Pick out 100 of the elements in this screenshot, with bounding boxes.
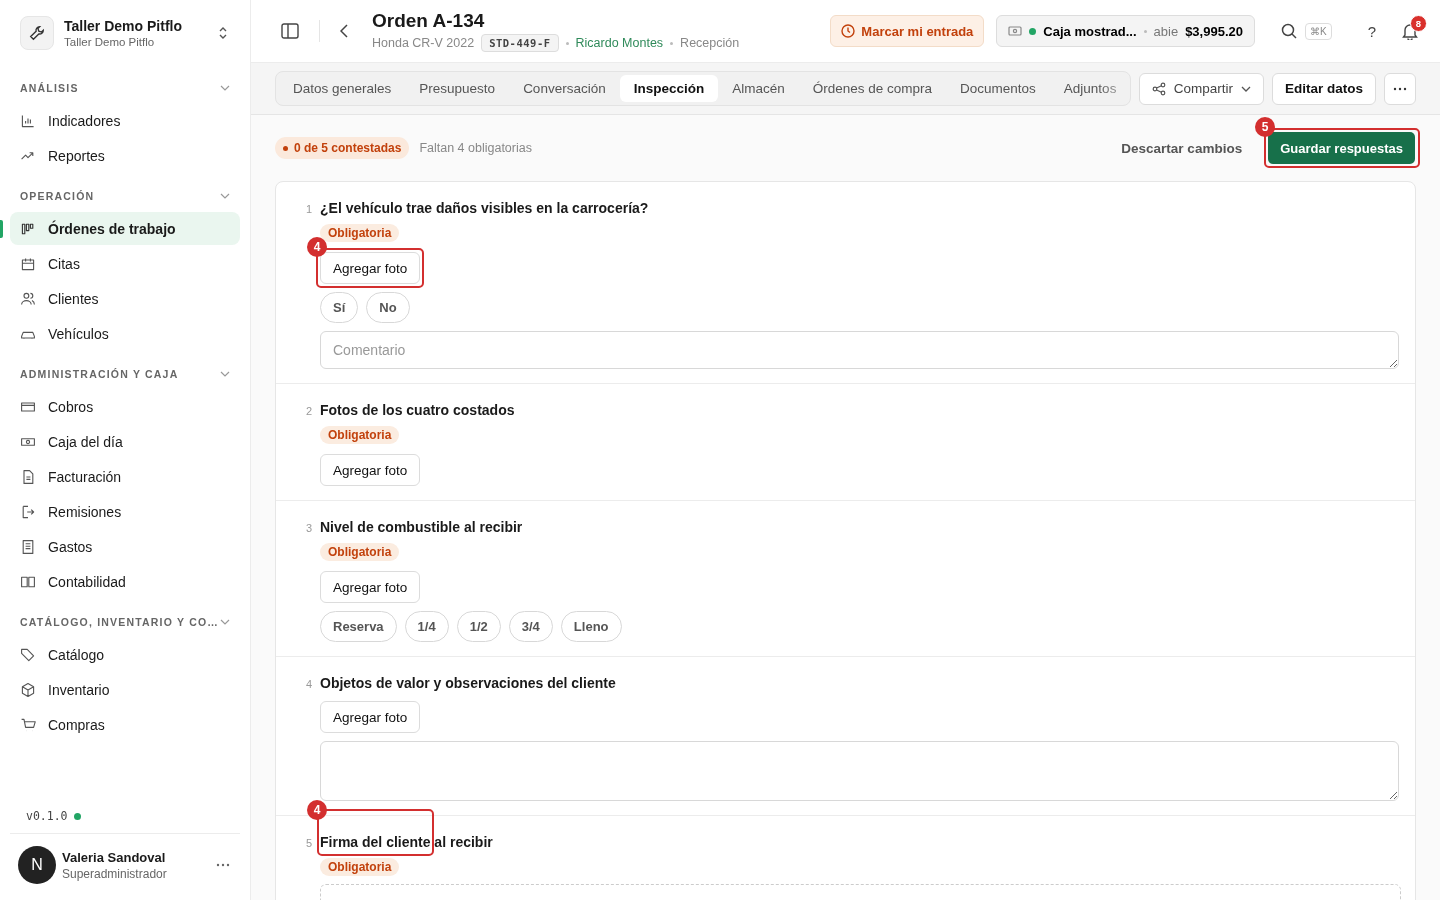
tab[interactable]: Adjuntos (1049, 75, 1130, 102)
tab[interactable]: Datos generales (279, 75, 406, 102)
question-title: Firma del cliente al recibir (320, 834, 493, 850)
chevron-icon[interactable] (220, 619, 230, 625)
nav-item[interactable]: Facturación (10, 460, 240, 493)
workspace-subtitle: Taller Demo Pitflo (64, 36, 156, 48)
nav-item[interactable]: Clientes (10, 282, 240, 315)
nav-item[interactable]: Cobros (10, 390, 240, 423)
required-badge: Obligatoria (320, 543, 400, 561)
section-title: ANÁLISIS (20, 82, 79, 94)
nav-item[interactable]: Vehículos (10, 317, 240, 350)
clock-in-button[interactable]: Marcar mi entrada (830, 15, 985, 47)
user-role: Superadministrador (62, 866, 168, 881)
chevron-icon[interactable] (220, 85, 230, 91)
chart-icon (20, 112, 36, 129)
progress-badge: 0 de 5 contestadas (275, 137, 410, 159)
tab[interactable]: Almacén (718, 75, 799, 102)
share-icon (1151, 81, 1166, 96)
users-icon (20, 290, 36, 307)
tag-icon (20, 646, 36, 663)
option-button[interactable]: 1/4 (404, 611, 449, 642)
add-photo-button[interactable]: Agregar foto (320, 454, 421, 486)
advisor-link[interactable]: Ricardo Montes (575, 36, 664, 50)
more-icon (1393, 86, 1407, 91)
plate-tag: STD-449-F (481, 34, 559, 52)
tab[interactable]: Inspección (619, 75, 719, 102)
status-dot (73, 812, 81, 820)
help-link[interactable]: ? (1367, 22, 1376, 40)
option-button[interactable]: No (366, 292, 410, 323)
add-photo-button[interactable]: Agregar foto (320, 571, 421, 603)
option-button[interactable]: 1/2 (456, 611, 501, 642)
more-icon[interactable] (216, 863, 230, 867)
box-icon (20, 681, 36, 698)
switch-icon[interactable] (218, 26, 228, 40)
option-button[interactable]: Sí (320, 292, 359, 323)
question-number: 4 (304, 677, 312, 692)
search-icon[interactable] (1281, 23, 1297, 39)
question-title: Objetos de valor y observaciones del cliente (320, 675, 616, 691)
tab[interactable]: Órdenes de compra (798, 75, 947, 102)
section-title: OPERACIÓN (20, 190, 95, 202)
nav-item[interactable]: Contabilidad (10, 565, 240, 598)
save-button[interactable]: Guardar respuestas (1268, 132, 1415, 164)
caret-icon (1241, 85, 1251, 92)
discard-button[interactable]: Descartar cambios (1115, 139, 1249, 157)
notes-field[interactable] (320, 741, 1399, 801)
add-photo-button[interactable]: Agregar foto (320, 252, 421, 284)
nav-item[interactable]: Gastos (10, 530, 240, 563)
question-title: Nivel de combustible al recibir (320, 519, 523, 535)
step-badge: 4 (307, 237, 327, 257)
nav-item[interactable]: Remisiones (10, 495, 240, 528)
clock-icon (841, 24, 856, 38)
comment-field[interactable]: Comentario (320, 331, 1399, 369)
document-icon (20, 468, 36, 485)
avatar[interactable]: N (18, 846, 56, 884)
version-label: v0.1.0 (26, 809, 68, 823)
option-button[interactable]: Lleno (560, 611, 622, 642)
add-photo-button[interactable]: Agregar foto (320, 701, 421, 733)
required-badge: Obligatoria (320, 426, 400, 444)
stage-label: Recepción (680, 36, 740, 50)
nav-item[interactable]: Caja del día (10, 425, 240, 458)
required-badge: Obligatoria (320, 858, 400, 876)
question-number: 1 (304, 202, 312, 217)
step-badge: 5 (1255, 117, 1276, 137)
missing-label: Faltan 4 obligatorias (419, 141, 532, 155)
cash-icon (1008, 26, 1023, 36)
back-icon[interactable] (340, 24, 348, 38)
nav-item[interactable]: Inventario (10, 673, 240, 706)
question-number: 5 (304, 836, 312, 851)
tab[interactable]: Documentos (946, 75, 1050, 102)
tab[interactable]: Presupuesto (405, 75, 510, 102)
workspace-name: Taller Demo Pitflo (64, 18, 183, 34)
shortcut-key: ⌘K (1305, 22, 1332, 40)
nav-item[interactable]: Catálogo (10, 638, 240, 671)
user-name: Valeria Sandoval (62, 849, 167, 865)
nav-item[interactable]: Reportes (10, 139, 240, 172)
question-number: 3 (304, 521, 312, 536)
calendar-icon (20, 255, 36, 272)
share-button[interactable]: Compartir (1138, 72, 1264, 105)
section-title: CATÁLOGO, INVENTARIO Y CO… (20, 616, 219, 628)
question-title: Fotos de los cuatro costados (320, 402, 515, 418)
tab[interactable]: Conversación (509, 75, 620, 102)
chevron-icon[interactable] (220, 193, 230, 199)
option-button[interactable]: Reserva (320, 611, 397, 642)
cash-register-button[interactable]: Caja mostrad... abie $3,995.20 (996, 15, 1255, 47)
edit-button[interactable]: Editar datos (1272, 72, 1376, 105)
required-badge: Obligatoria (320, 224, 400, 242)
status-dot (1029, 27, 1037, 35)
vehicle-label: Honda CR-V 2022 (372, 36, 475, 50)
chevron-icon[interactable] (220, 371, 230, 377)
nav-item[interactable]: Compras (10, 708, 240, 741)
export-icon (20, 503, 36, 520)
sidebar-toggle-icon[interactable] (281, 23, 299, 39)
step-badge: 4 (307, 800, 327, 820)
section-title: ADMINISTRACIÓN Y CAJA (20, 368, 179, 380)
option-button[interactable]: 3/4 (508, 611, 553, 642)
bell-icon[interactable] (1402, 22, 1418, 40)
nav-item[interactable]: Indicadores (10, 104, 240, 137)
question-number: 2 (304, 404, 312, 419)
nav-item[interactable]: Citas (10, 247, 240, 280)
question-title: ¿El vehículo trae daños visibles en la carrocería? (320, 200, 649, 216)
